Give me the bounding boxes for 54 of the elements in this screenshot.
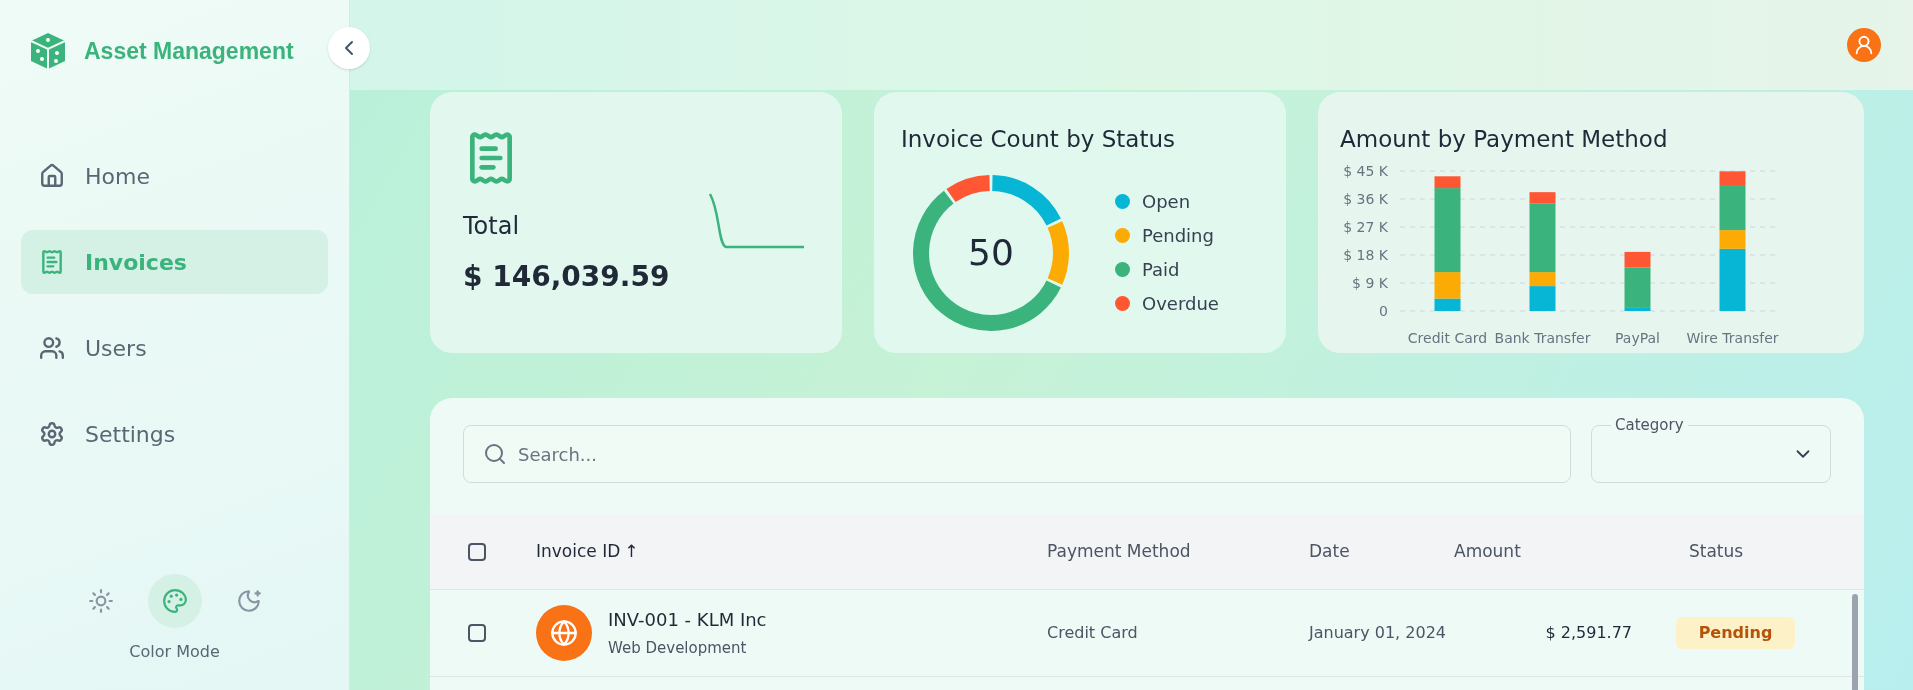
total-label: Total <box>463 211 520 242</box>
globe-icon <box>550 619 578 647</box>
color-mode-label: Color Mode <box>129 641 220 663</box>
moon-icon <box>235 588 262 614</box>
legend-label: Paid <box>1142 258 1180 282</box>
legend-label: Overdue <box>1142 292 1219 316</box>
table-cell: January 01, 2024 <box>1309 623 1446 642</box>
invoice-id: INV-001 - KLM Inc <box>608 608 767 633</box>
card-title: Invoice Count by Status <box>901 125 1176 154</box>
x-axis-label: Wire Transfer <box>1686 329 1779 346</box>
table-cell: Credit Card <box>1047 623 1138 642</box>
select-all-checkbox[interactable] <box>468 542 486 561</box>
column-header: Amount <box>1454 540 1521 561</box>
row-checkbox[interactable] <box>468 624 486 642</box>
column-header: Date <box>1309 540 1350 561</box>
y-axis-label: $ 45 K <box>1343 162 1388 179</box>
receipt-icon <box>39 249 65 275</box>
y-axis-label: 0 <box>1379 302 1388 319</box>
home-icon <box>39 163 65 189</box>
column-header: Status <box>1689 540 1744 561</box>
collapse-sidebar-button[interactable] <box>328 27 370 69</box>
palette-icon <box>161 588 188 614</box>
nav-item[interactable]: Settings <box>21 402 328 466</box>
table-cell: $ 2,591.77 <box>1545 623 1632 642</box>
table-row[interactable]: INV-001 - KLM Inc Web Development Credit Card January 01, 2024 $ 2,591.77 Pending <box>430 590 1864 677</box>
sun-icon <box>87 588 114 614</box>
user-icon <box>1853 34 1875 56</box>
search-field[interactable]: Search... <box>463 425 1571 483</box>
nav-item[interactable]: Home <box>21 144 328 208</box>
sort-arrow: ↑ <box>624 539 639 563</box>
user-avatar[interactable] <box>1847 28 1881 62</box>
brand-title: Asset Management <box>84 36 294 66</box>
donut-center-count: 50 <box>968 230 1014 275</box>
scrollbar-thumb[interactable] <box>1852 594 1858 690</box>
users-icon <box>39 335 65 361</box>
search-icon <box>483 442 507 466</box>
x-axis-label: PayPal <box>1615 329 1660 346</box>
card-title: Amount by Payment Method <box>1340 125 1669 154</box>
y-axis-label: $ 27 K <box>1343 218 1388 235</box>
y-axis-label: $ 9 K <box>1352 274 1388 291</box>
column-header[interactable]: Invoice ID <box>536 538 621 565</box>
column-header: Payment Method <box>1047 540 1191 561</box>
status-badge: Pending <box>1676 617 1795 649</box>
total-amount: $ 146,039.59 <box>463 259 670 295</box>
x-axis-label: Bank Transfer <box>1494 329 1591 346</box>
settings-icon <box>39 421 65 447</box>
x-axis-label: Credit Card <box>1407 329 1488 346</box>
legend-label: Open <box>1142 190 1191 214</box>
y-axis-label: $ 18 K <box>1343 246 1388 263</box>
invoice-category: Web Development <box>608 638 748 660</box>
legend-label: Pending <box>1142 224 1214 248</box>
nav-item[interactable]: Users <box>21 316 328 380</box>
y-axis-label: $ 36 K <box>1343 190 1388 207</box>
cube-logo-icon <box>28 31 68 71</box>
